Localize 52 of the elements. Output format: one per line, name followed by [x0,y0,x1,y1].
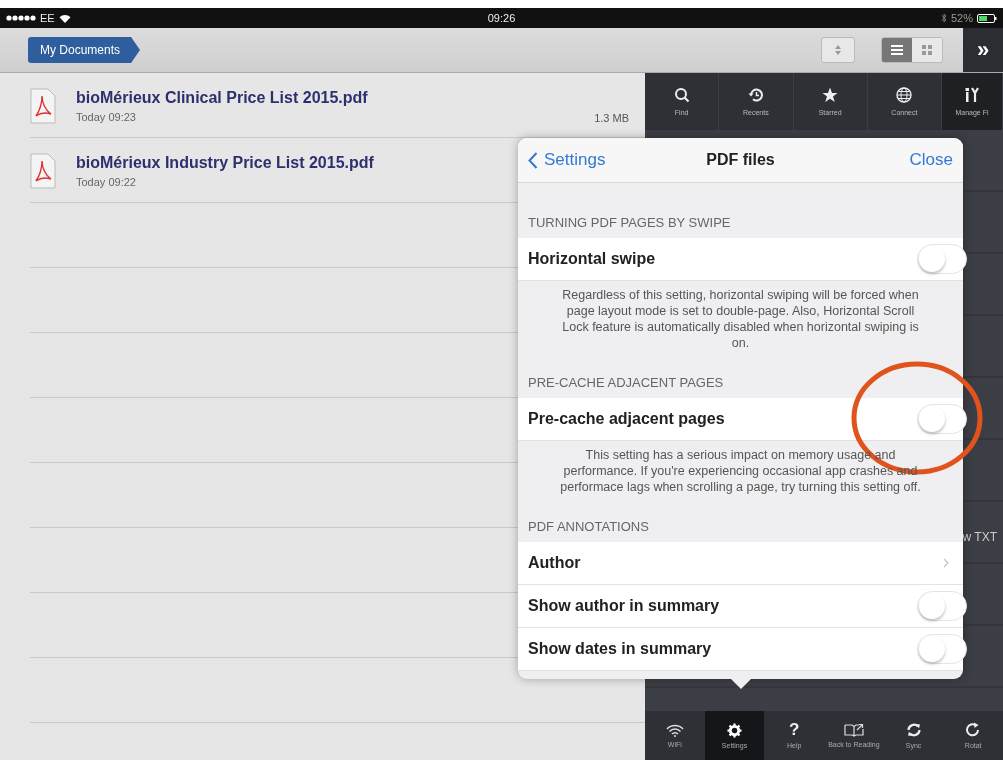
setting-note: Regardless of this setting, horizontal swiping will be forced when page layout mode is set to double-page. Also, Horizontal Scroll Lock feature is automatically disabled when horizontal swiping is on. [561,287,920,352]
file-size: 1.3 MB [594,112,629,124]
section-header: PDF ANNOTATIONS [527,518,650,536]
signal-icon [6,15,36,21]
setting-label: Author [528,554,581,572]
file-row[interactable]: bioMérieux Clinical Price List 2015.pdf Today 09:23 1.3 MB [0,73,645,138]
history-icon [747,87,764,103]
section-header: TURNING PDF PAGES BY SWIPE [527,214,732,232]
wifi-icon [665,723,684,737]
file-name: bioMérieux Industry Price List 2015.pdf [76,153,374,172]
sort-icon [834,44,842,56]
setting-label: Show dates in summary [528,640,712,658]
list-view-button[interactable] [882,38,912,62]
globe-icon [896,87,913,103]
search-icon [673,87,690,103]
breadcrumb-button[interactable]: My Documents [28,37,141,63]
section-header: PRE-CACHE ADJACENT PAGES [527,374,725,392]
tools-icon [964,87,980,103]
partial-text: w TXT [962,530,997,544]
toggle-switch[interactable] [917,591,967,621]
setting-label: Show author in summary [528,597,720,615]
grid-icon [922,45,932,55]
file-date: Today 09:22 [76,175,136,188]
help-icon: ? [789,722,800,738]
book-icon [843,723,864,737]
file-name: bioMérieux Clinical Price List 2015.pdf [76,88,368,107]
toggle-switch[interactable] [917,634,967,664]
toggle-switch[interactable] [917,404,967,434]
file-date: Today 09:23 [76,110,136,123]
pdf-file-icon [30,152,56,189]
setting-row[interactable]: Author [518,542,963,585]
battery-percent: 52% [950,12,973,24]
sync-icon [905,722,922,738]
rotate-icon [965,722,982,738]
gear-icon [727,722,742,738]
expand-button[interactable]: » [963,28,1003,72]
setting-label: Horizontal swipe [528,250,656,268]
bluetooth-icon [940,13,947,23]
wifi-icon [58,13,71,23]
star-icon [822,87,839,103]
close-button[interactable]: Close [909,150,953,170]
back-button[interactable]: Settings [528,150,606,170]
battery-icon [977,13,997,23]
pdf-file-icon [30,87,56,124]
carrier-text: EE [40,12,55,24]
setting-label: Pre-cache adjacent pages [528,410,725,428]
chevron-right-icon [943,558,949,568]
list-icon [891,45,903,55]
chevron-left-icon [528,151,538,169]
clock-text: 09:26 [486,12,517,24]
popover-title: PDF files [705,151,776,169]
toggle-switch[interactable] [917,244,967,274]
